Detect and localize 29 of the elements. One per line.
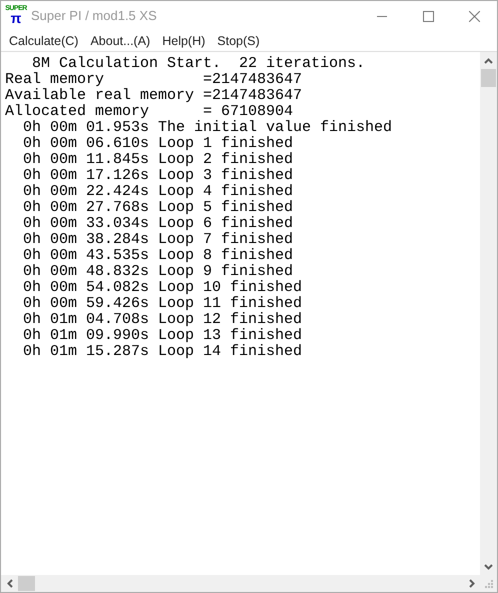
menu-item[interactable]: Help(H)	[156, 31, 212, 51]
output-line: 0h 00m 06.610s Loop 1 finished	[22, 136, 294, 152]
maximize-icon[interactable]	[422, 10, 434, 22]
scrollbar-thumb[interactable]	[18, 576, 35, 591]
close-icon[interactable]	[468, 10, 480, 22]
output-line: Available real memory =2147483647	[5, 88, 302, 104]
output-line: 0h 00m 22.424s Loop 4 finished	[22, 184, 294, 200]
output-line: 0h 00m 43.535s Loop 8 finished	[22, 248, 294, 264]
output-line: 0h 00m 48.832s Loop 9 finished	[22, 264, 294, 280]
menu-item[interactable]: Calculate(C)	[3, 31, 84, 51]
scrollbar-thumb[interactable]	[481, 69, 496, 87]
output-line: Allocated memory = 67108904	[5, 104, 294, 120]
menu-item[interactable]: About...(A)	[84, 31, 156, 51]
menu-item[interactable]: Stop(S)	[211, 31, 266, 51]
output-line: 0h 01m 15.287s Loop 14 finished	[22, 344, 302, 360]
size-grip-icon[interactable]	[484, 579, 493, 588]
output-line: 0h 00m 11.845s Loop 2 finished	[22, 152, 294, 168]
output-line: 0h 01m 04.708s Loop 12 finished	[22, 312, 302, 328]
output-line: Real memory =2147483647	[5, 72, 302, 88]
output-line: 0h 00m 27.768s Loop 5 finished	[22, 200, 294, 216]
output-line: 0h 00m 17.126s Loop 3 finished	[22, 168, 294, 184]
output-line: 0h 00m 01.953s The initial value finished	[22, 120, 392, 136]
output-line: 0h 00m 33.034s Loop 6 finished	[22, 216, 294, 232]
output-line: 8M Calculation Start. 22 iterations.	[31, 56, 366, 72]
output-line: 0h 01m 09.990s Loop 13 finished	[22, 328, 302, 344]
output-line: 0h 00m 59.426s Loop 11 finished	[22, 296, 302, 312]
output-line: 0h 00m 38.284s Loop 7 finished	[22, 232, 294, 248]
output-line: 0h 00m 54.082s Loop 10 finished	[22, 280, 302, 296]
window-title: Super PI / mod1.5 XS	[31, 7, 158, 26]
